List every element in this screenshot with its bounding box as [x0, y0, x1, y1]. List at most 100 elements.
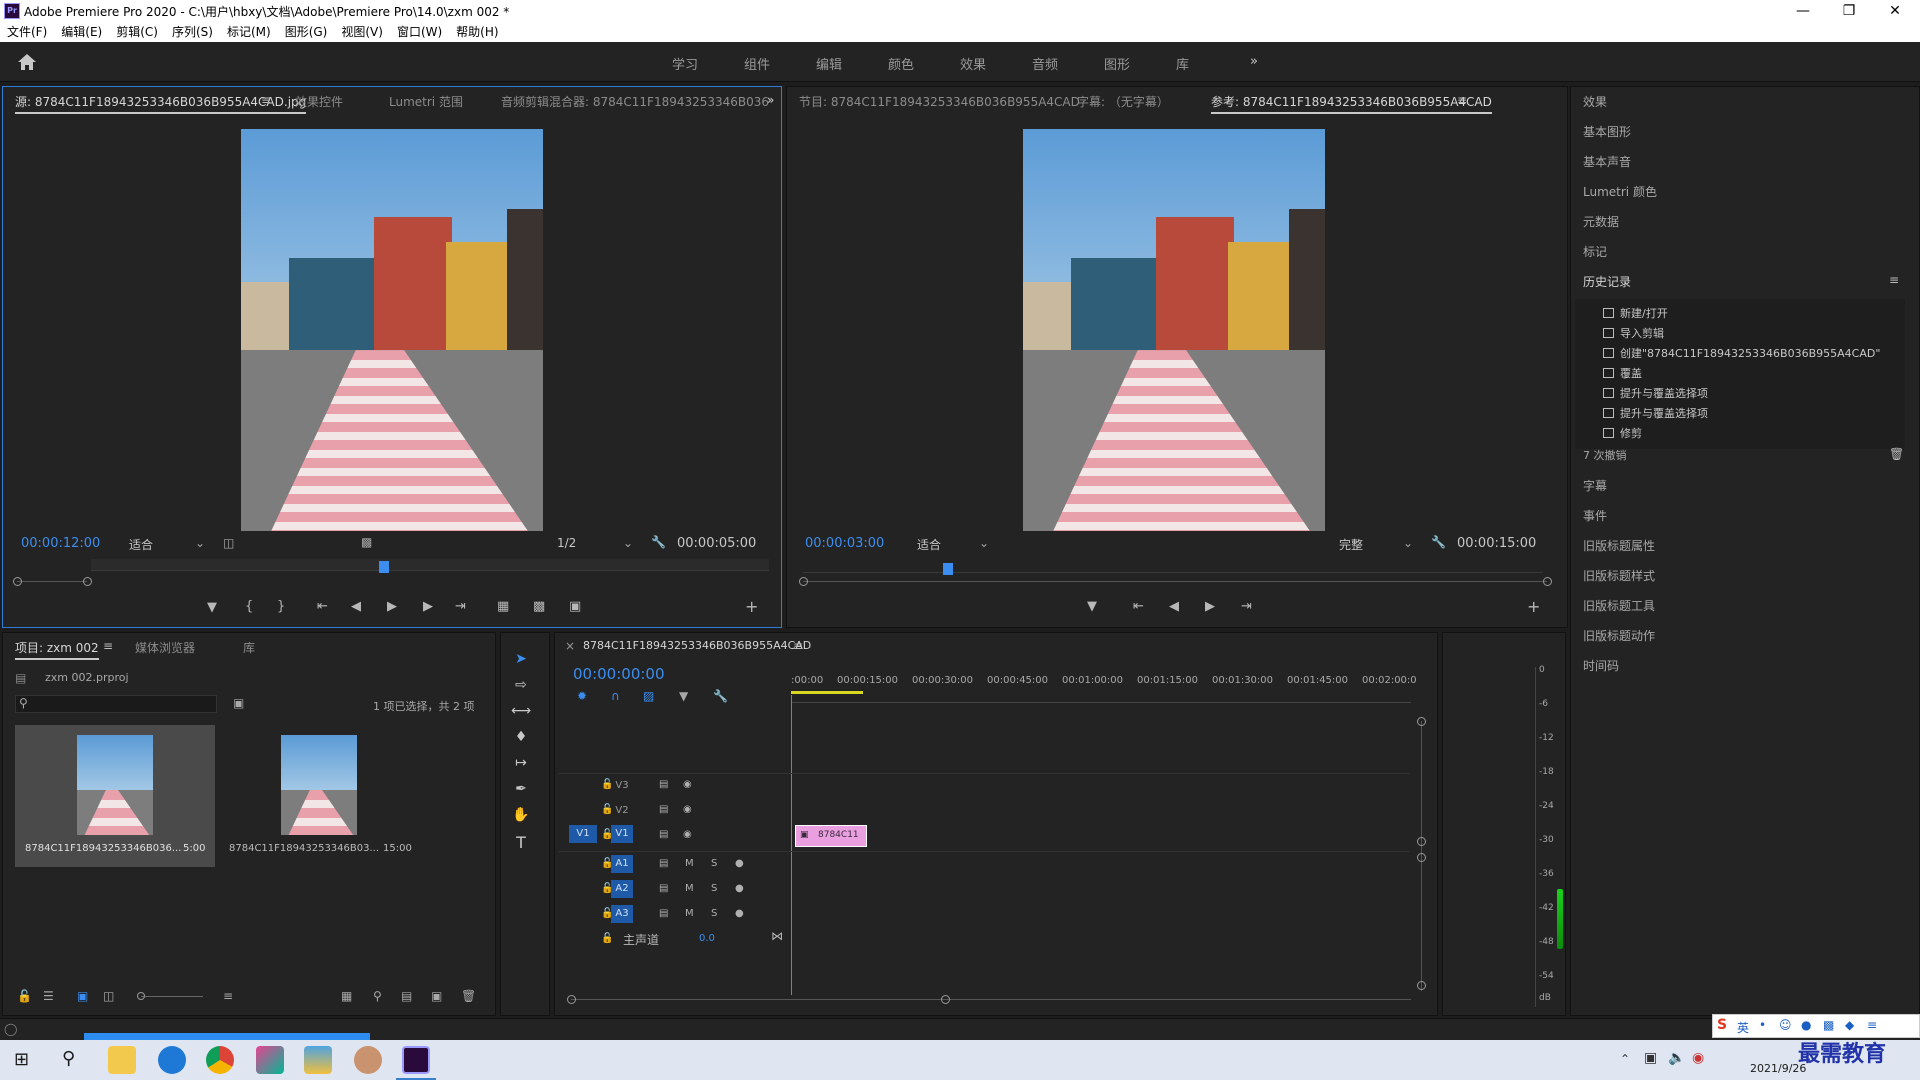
panel-legacy-title-tools[interactable]: 旧版标题工具 — [1583, 597, 1655, 614]
timeline-timecode[interactable]: 00:00:00:00 — [573, 665, 665, 683]
taskbar-search-icon[interactable]: ⚲ — [62, 1048, 75, 1069]
panel-timecode[interactable]: 时间码 — [1583, 657, 1619, 674]
insert-settings-icon[interactable]: ◫ — [223, 536, 234, 550]
solo-track-button[interactable]: S — [711, 883, 717, 894]
source-timecode[interactable]: 00:00:12:00 — [21, 536, 100, 551]
tab-menu-icon[interactable]: ≡ — [793, 639, 803, 653]
panel-markers[interactable]: 标记 — [1583, 243, 1607, 260]
mute-track-button[interactable]: M — [685, 908, 694, 919]
selection-tool-icon[interactable]: ➤ — [511, 651, 531, 669]
timeline-scroll-handle-right[interactable] — [941, 995, 950, 1004]
clear-icon[interactable]: 🗑 — [461, 989, 476, 1003]
menu-marker[interactable]: 标记(M) — [220, 22, 278, 42]
source-patch-v1[interactable]: V1 — [569, 825, 597, 843]
source-time-ruler[interactable] — [91, 559, 769, 571]
windows-start-icon[interactable]: ⊞ — [14, 1049, 29, 1070]
ime-language-toggle[interactable]: 英 — [1737, 1019, 1749, 1036]
thumbnail-size-handle[interactable] — [137, 992, 145, 1000]
ime-toolbox-icon[interactable]: ≡ — [1867, 1018, 1877, 1032]
timeline-ruler[interactable]: :00:00 00:00:15:00 00:00:30:00 00:00:45:… — [791, 673, 1417, 703]
ripple-edit-tool-icon[interactable]: ⟷ — [511, 703, 531, 721]
program-zoom-handle-right[interactable] — [1543, 577, 1552, 586]
timeline-playhead[interactable] — [791, 695, 792, 995]
source-fit-chevron-icon[interactable]: ⌄ — [195, 536, 205, 550]
sort-icon[interactable]: ≡ — [223, 989, 233, 1003]
workspace-effects[interactable]: 效果 — [960, 54, 986, 73]
panel-captions[interactable]: 字幕 — [1583, 477, 1607, 494]
workspace-graphics[interactable]: 图形 — [1104, 54, 1130, 73]
menu-help[interactable]: 帮助(H) — [449, 22, 505, 42]
vertical-scroll-handle[interactable] — [1417, 853, 1426, 862]
panel-history-title[interactable]: 历史记录 — [1583, 273, 1631, 290]
step-back-icon[interactable]: ◀ — [351, 599, 361, 614]
play-icon[interactable]: ▶ — [387, 599, 397, 614]
tab-project[interactable]: 项目: zxm 002 — [15, 639, 99, 660]
program-playhead[interactable] — [943, 563, 953, 575]
menu-graphics[interactable]: 图形(G) — [278, 22, 335, 42]
track-v2-label[interactable]: V2 — [611, 802, 633, 820]
history-item[interactable]: 提升与覆盖选择项 — [1603, 385, 1708, 401]
close-icon[interactable]: ✕ — [1872, 0, 1918, 22]
mark-out-icon[interactable]: } — [277, 599, 285, 614]
master-go-to-icon[interactable]: ⋈ — [771, 929, 783, 943]
tab-libraries[interactable]: 库 — [243, 639, 255, 656]
panel-metadata[interactable]: 元数据 — [1583, 213, 1619, 230]
nest-icon[interactable]: ✹ — [577, 689, 587, 703]
workspace-assembly[interactable]: 组件 — [744, 54, 770, 73]
tab-program[interactable]: 节目: 8784C11F18943253346B036B955A4CAD — [799, 93, 1080, 110]
panel-essential-graphics[interactable]: 基本图形 — [1583, 123, 1631, 140]
history-item[interactable]: 导入剪辑 — [1603, 325, 1664, 341]
timeline-horizontal-scrollbar[interactable] — [571, 999, 1411, 1000]
program-go-to-in-icon[interactable]: ⇤ — [1133, 599, 1144, 614]
voice-over-mic-icon[interactable]: ● — [735, 858, 744, 869]
history-item[interactable]: 修剪 — [1603, 425, 1642, 441]
tray-chevron-icon[interactable]: ⌃ — [1620, 1052, 1630, 1066]
add-marker-icon[interactable]: ▼ — [207, 600, 217, 615]
workspace-libraries[interactable]: 库 — [1176, 54, 1189, 73]
icon-view-icon[interactable]: ▣ — [77, 989, 88, 1003]
panel-overflow-icon[interactable]: » — [767, 93, 774, 107]
ime-emoji-icon[interactable]: ☺ — [1779, 1018, 1792, 1032]
program-quality-chevron-icon[interactable]: ⌄ — [1403, 536, 1413, 550]
new-item-icon[interactable]: ▣ — [431, 989, 442, 1003]
source-marker-icon[interactable]: ▩ — [361, 535, 372, 549]
step-forward-icon[interactable]: ▶ — [423, 599, 433, 614]
menu-view[interactable]: 视图(V) — [334, 22, 390, 42]
panel-legacy-title-actions[interactable]: 旧版标题动作 — [1583, 627, 1655, 644]
project-item-selected[interactable]: 8784C11F18943253346B036... 5:00 — [15, 725, 215, 867]
toggle-output-eye-icon[interactable]: ◉ — [683, 829, 692, 840]
file-explorer-icon[interactable] — [108, 1046, 136, 1074]
app-icon[interactable] — [354, 1046, 382, 1074]
program-go-to-out-icon[interactable]: ⇥ — [1241, 599, 1252, 614]
panel-legacy-title-styles[interactable]: 旧版标题样式 — [1583, 567, 1655, 584]
go-to-in-icon[interactable]: ⇤ — [317, 599, 328, 614]
tray-network-icon[interactable]: ▣ — [1644, 1050, 1657, 1066]
insert-icon[interactable]: ▦ — [497, 599, 509, 614]
program-settings-wrench-icon[interactable]: 🔧 — [1431, 535, 1446, 549]
sync-lock-icon[interactable]: ▤ — [659, 804, 668, 815]
ime-keyboard-icon[interactable]: ▩ — [1823, 1018, 1834, 1032]
export-frame-icon[interactable]: ▣ — [569, 599, 581, 614]
voice-over-mic-icon[interactable]: ● — [735, 908, 744, 919]
toggle-output-eye-icon[interactable]: ◉ — [683, 779, 692, 790]
program-timecode[interactable]: 00:00:03:00 — [805, 536, 884, 551]
toggle-output-eye-icon[interactable]: ◉ — [683, 804, 692, 815]
hand-tool-icon[interactable]: ✋ — [511, 807, 531, 825]
source-settings-wrench-icon[interactable]: 🔧 — [651, 535, 666, 549]
program-step-back-icon[interactable]: ◀ — [1169, 599, 1179, 614]
premiere-taskbar-icon[interactable] — [402, 1046, 430, 1074]
close-sequence-icon[interactable]: × — [565, 639, 575, 653]
workspace-editing[interactable]: 编辑 — [816, 54, 842, 73]
pen-tool-icon[interactable]: ✒ — [511, 781, 531, 799]
tab-media-browser[interactable]: 媒体浏览器 — [135, 639, 195, 656]
snap-icon[interactable]: ∩ — [611, 689, 620, 703]
vertical-scroll-handle[interactable] — [1417, 717, 1426, 726]
app-icon[interactable] — [304, 1046, 332, 1074]
program-marker-icon[interactable]: ▼ — [1087, 599, 1097, 614]
thumbnail-size-slider[interactable] — [141, 996, 203, 997]
razor-tool-icon[interactable]: ♦ — [511, 729, 531, 747]
history-item[interactable]: 新建/打开 — [1603, 305, 1668, 321]
tab-audio-clip-mixer[interactable]: 音频剪辑混合器: 8784C11F18943253346B036 — [501, 93, 769, 110]
tab-reference[interactable]: 参考: 8784C11F18943253346B036B955A4CAD — [1211, 93, 1492, 114]
track-v3-label[interactable]: V3 — [611, 777, 633, 795]
